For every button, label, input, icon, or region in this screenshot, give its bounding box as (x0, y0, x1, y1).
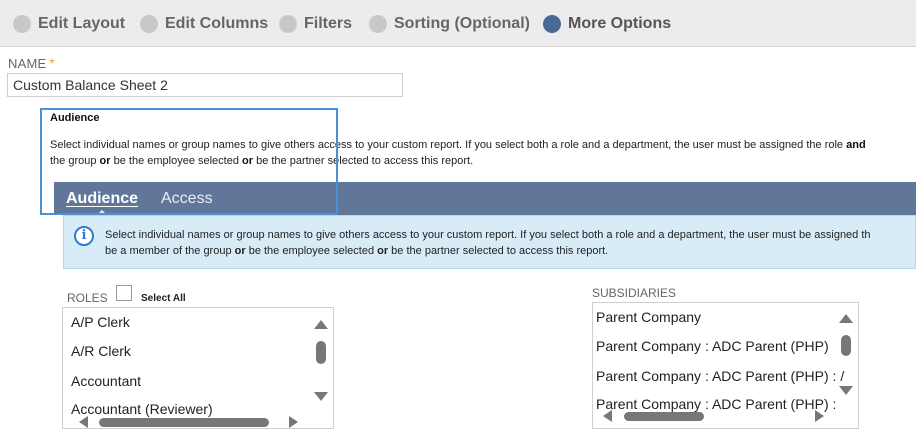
step-edit-layout[interactable]: Edit Layout (13, 13, 125, 35)
subsidiaries-multiselect[interactable]: Parent Company Parent Company : ADC Pare… (592, 302, 859, 429)
tab-label: Access (161, 190, 213, 207)
scroll-right-arrow-icon[interactable] (289, 416, 298, 428)
info-banner: i Select individual names or group names… (63, 215, 916, 269)
scroll-up-arrow-icon[interactable] (314, 320, 328, 329)
scroll-left-arrow-icon[interactable] (603, 410, 612, 422)
step-label: Sorting (Optional) (394, 15, 530, 32)
step-more-options[interactable]: More Options (543, 13, 671, 35)
scroll-left-arrow-icon[interactable] (79, 416, 88, 428)
step-indicator-icon (13, 15, 31, 33)
info-segment: be the employee selected (245, 245, 378, 257)
tab-label: Audience (66, 190, 139, 207)
help-text-and: and (846, 139, 866, 151)
select-all-checkbox[interactable] (116, 285, 132, 301)
roles-label: ROLES (67, 291, 108, 305)
step-filters[interactable]: Filters (279, 13, 352, 35)
name-label-text: NAME (8, 56, 47, 71)
required-marker: * (49, 55, 56, 71)
help-text-segment: be the employee selected (110, 155, 243, 167)
audience-heading: Audience (50, 112, 100, 124)
vertical-scrollbar-thumb[interactable] (841, 335, 851, 356)
step-indicator-icon (279, 15, 297, 33)
subsidiary-item[interactable]: Parent Company : ADC Parent (PHP) : (596, 396, 836, 412)
info-segment: be a member of the group (105, 245, 235, 257)
horizontal-scrollbar-thumb[interactable] (624, 412, 704, 421)
subsidiaries-label: SUBSIDIARIES (592, 286, 677, 300)
help-text-segment: be the partner selected to access this r… (253, 155, 474, 167)
report-name-input[interactable] (7, 73, 403, 97)
help-text-segment: the group (50, 155, 100, 167)
help-text-or: or (242, 155, 254, 167)
info-icon: i (74, 226, 94, 246)
step-indicator-active-icon (543, 15, 561, 33)
name-field-label: NAME * (8, 55, 55, 71)
roles-item[interactable]: Accountant (Reviewer) (71, 401, 213, 417)
roles-multiselect[interactable]: A/P Clerk A/R Clerk Accountant Accountan… (62, 307, 334, 429)
step-label: Edit Columns (165, 15, 269, 32)
help-text-line1: Select individual names or group names t… (50, 139, 847, 151)
step-label: Filters (304, 15, 353, 32)
scroll-down-arrow-icon[interactable] (839, 386, 853, 395)
step-indicator-icon (140, 15, 158, 33)
step-edit-columns[interactable]: Edit Columns (140, 13, 268, 35)
step-indicator-icon (369, 15, 387, 33)
vertical-scrollbar-thumb[interactable] (316, 341, 326, 364)
help-text-or: or (99, 155, 111, 167)
roles-item[interactable]: A/R Clerk (71, 343, 131, 359)
info-banner-text: Select individual names or group names t… (105, 227, 871, 259)
tab-access[interactable]: Access (161, 182, 213, 215)
subsidiary-item[interactable]: Parent Company (596, 309, 701, 325)
roles-item[interactable]: A/P Clerk (71, 314, 130, 330)
info-segment: be the partner selected to access this r… (388, 245, 609, 257)
step-label: More Options (568, 15, 672, 32)
scroll-right-arrow-icon[interactable] (815, 410, 824, 422)
roles-item[interactable]: Accountant (71, 373, 141, 389)
subsidiary-item[interactable]: Parent Company : ADC Parent (PHP) : / (596, 368, 844, 384)
info-or: or (377, 245, 389, 257)
scroll-down-arrow-icon[interactable] (314, 392, 328, 401)
wizard-step-bar: Edit Layout Edit Columns Filters Sorting… (0, 0, 916, 47)
subtab-bar: Audience Access (54, 182, 916, 216)
select-all-label: Select All (141, 293, 186, 304)
scroll-up-arrow-icon[interactable] (839, 314, 853, 323)
info-or: or (234, 245, 246, 257)
horizontal-scrollbar-thumb[interactable] (99, 418, 269, 427)
subsidiary-item[interactable]: Parent Company : ADC Parent (PHP) (596, 338, 829, 354)
step-sorting[interactable]: Sorting (Optional) (369, 13, 530, 35)
info-line1: Select individual names or group names t… (105, 229, 871, 241)
step-label: Edit Layout (38, 15, 126, 32)
audience-help-text: Select individual names or group names t… (50, 137, 916, 169)
tab-audience[interactable]: Audience (66, 182, 139, 216)
